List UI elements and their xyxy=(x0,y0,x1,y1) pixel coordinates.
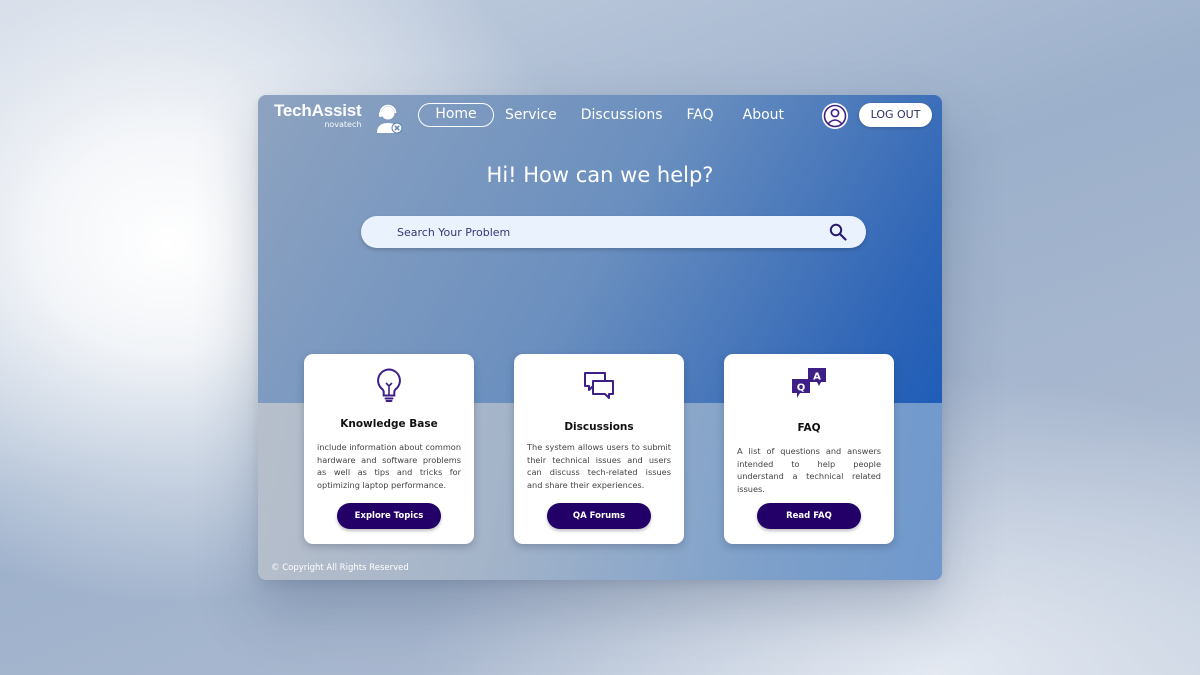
search-input[interactable] xyxy=(397,216,817,248)
search-icon[interactable] xyxy=(829,223,847,241)
copyright-text: © Copyright All Rights Reserved xyxy=(271,563,409,573)
nav-faq[interactable]: FAQ xyxy=(687,103,714,127)
support-agent-icon xyxy=(377,104,403,134)
card-title: Knowledge Base xyxy=(340,418,438,430)
user-circle-icon[interactable] xyxy=(821,102,849,130)
card-description: The system allows users to submit their … xyxy=(527,442,671,490)
nav-about[interactable]: About xyxy=(743,103,784,127)
main-nav: Home Service Discussions FAQ About xyxy=(418,102,784,128)
svg-text:A: A xyxy=(813,372,821,383)
nav-service[interactable]: Service xyxy=(505,103,557,127)
read-faq-button[interactable]: Read FAQ xyxy=(757,503,861,529)
qa-bubbles-icon: A Q xyxy=(792,368,826,398)
card-discussions: Discussions The system allows users to s… xyxy=(514,354,684,544)
app-window: TechAssist novatech Home Service Discuss… xyxy=(258,95,942,580)
logout-button[interactable]: LOG OUT xyxy=(859,103,932,127)
card-description: include information about common hardwar… xyxy=(317,442,462,490)
nav-home[interactable]: Home xyxy=(418,103,494,127)
chat-bubbles-icon xyxy=(584,372,614,399)
brand-name: TechAssist xyxy=(274,101,362,120)
nav-discussions[interactable]: Discussions xyxy=(581,103,663,127)
card-description: A list of questions and answers intended… xyxy=(737,446,881,494)
hero-title: Hi! How can we help? xyxy=(486,163,714,187)
explore-topics-button[interactable]: Explore Topics xyxy=(337,503,441,529)
card-title: FAQ xyxy=(797,422,821,434)
brand-tagline: novatech xyxy=(324,120,362,129)
card-title: Discussions xyxy=(564,421,634,433)
lightbulb-icon xyxy=(377,368,401,402)
qa-forums-button[interactable]: QA Forums xyxy=(547,503,651,529)
svg-text:Q: Q xyxy=(797,383,806,394)
card-knowledge-base: Knowledge Base include information about… xyxy=(304,354,474,544)
brand-logo[interactable]: TechAssist novatech xyxy=(274,101,403,134)
search-bar xyxy=(361,216,866,248)
card-faq: A Q FAQ A list of questions and answers … xyxy=(724,354,894,544)
